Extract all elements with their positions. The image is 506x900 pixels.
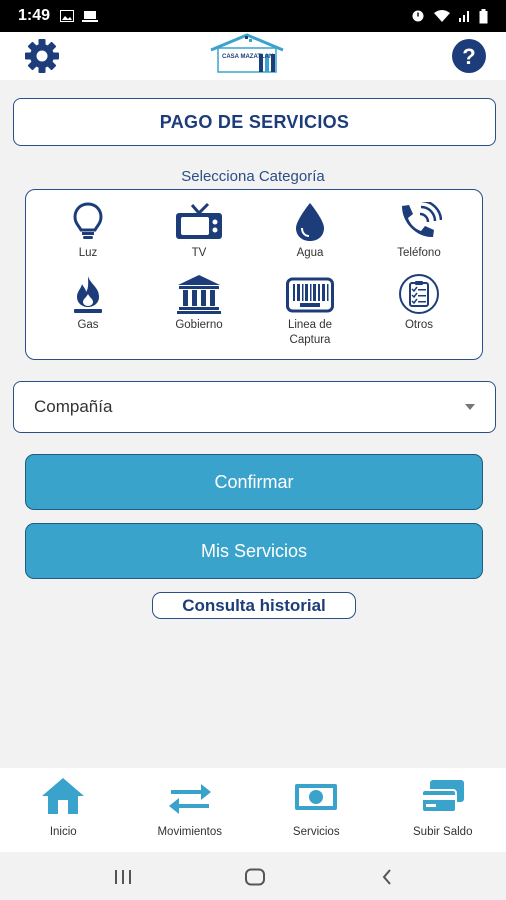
settings-gear-icon[interactable] bbox=[20, 38, 64, 74]
page-title: PAGO DE SERVICIOS bbox=[13, 98, 496, 146]
category-grid: Luz TV Agua Teléfono Gas Gobierno Linea … bbox=[25, 189, 483, 360]
category-label-linea-captura: Linea de Captura bbox=[287, 319, 333, 346]
category-label-luz: Luz bbox=[78, 247, 98, 259]
government-building-icon bbox=[177, 275, 221, 314]
category-label-tv: TV bbox=[191, 247, 207, 259]
category-telefono[interactable]: Teléfono bbox=[364, 202, 474, 261]
category-tv[interactable]: TV bbox=[144, 202, 254, 261]
help-icon[interactable]: ? bbox=[449, 38, 489, 74]
category-label-otros: Otros bbox=[404, 319, 434, 331]
back-icon[interactable] bbox=[367, 866, 407, 888]
chevron-down-icon bbox=[465, 404, 475, 410]
lightbulb-icon bbox=[73, 202, 103, 239]
nav-label-subir-saldo: Subir Saldo bbox=[413, 826, 473, 838]
nav-servicios[interactable]: Servicios bbox=[253, 768, 380, 852]
category-luz[interactable]: Luz bbox=[33, 202, 143, 261]
category-agua[interactable]: Agua bbox=[255, 202, 365, 261]
nav-label-inicio: Inicio bbox=[49, 826, 77, 838]
casa-mazatlan-logo: CASA MAZATLAN bbox=[210, 33, 284, 73]
water-drop-icon bbox=[296, 203, 324, 241]
svg-text:?: ? bbox=[462, 44, 475, 69]
laptop-notification-icon bbox=[82, 11, 99, 22]
home-nav-icon[interactable] bbox=[235, 866, 275, 888]
my-services-button[interactable]: Mis Servicios bbox=[25, 523, 483, 579]
recent-apps-icon[interactable] bbox=[103, 866, 143, 888]
nav-inicio[interactable]: Inicio bbox=[0, 768, 127, 852]
nav-subir-saldo[interactable]: Subir Saldo bbox=[380, 768, 506, 852]
category-label-gas: Gas bbox=[77, 319, 99, 331]
signal-icon bbox=[459, 11, 469, 22]
cash-icon bbox=[295, 784, 338, 810]
alarm-icon bbox=[412, 10, 424, 22]
app-header: CASA MAZATLAN ? bbox=[0, 32, 506, 80]
category-label-agua: Agua bbox=[296, 247, 324, 259]
wifi-icon bbox=[434, 10, 450, 22]
category-label-telefono: Teléfono bbox=[397, 247, 441, 259]
bottom-nav: Inicio Movimientos Servicios Subir Saldo bbox=[0, 768, 506, 852]
tv-icon bbox=[176, 202, 222, 239]
company-select-value: Compañía bbox=[34, 397, 113, 416]
status-bar: 1:49 bbox=[0, 0, 506, 32]
transfer-arrows-icon bbox=[168, 784, 211, 814]
system-nav-bar bbox=[0, 852, 506, 900]
logo-text: CASA MAZATLAN bbox=[222, 54, 273, 60]
home-icon bbox=[42, 778, 85, 814]
category-otros[interactable]: Otros bbox=[364, 274, 474, 333]
nav-label-movimientos: Movimientos bbox=[157, 826, 223, 838]
category-gobierno[interactable]: Gobierno bbox=[144, 274, 254, 333]
nav-label-servicios: Servicios bbox=[292, 826, 340, 838]
status-time: 1:49 bbox=[18, 7, 51, 24]
category-label-gobierno: Gobierno bbox=[175, 319, 223, 331]
clipboard-icon bbox=[399, 274, 439, 314]
main-content: PAGO DE SERVICIOS Selecciona Categoría L… bbox=[0, 80, 506, 768]
confirm-button[interactable]: Confirmar bbox=[25, 454, 483, 510]
barcode-icon bbox=[286, 277, 334, 313]
category-gas[interactable]: Gas bbox=[33, 274, 143, 333]
category-label: Selecciona Categoría bbox=[181, 168, 325, 185]
gas-flame-icon bbox=[74, 276, 102, 313]
image-notification-icon bbox=[60, 10, 75, 22]
cards-icon bbox=[420, 780, 464, 813]
company-select[interactable]: Compañía bbox=[13, 381, 496, 433]
history-button[interactable]: Consulta historial bbox=[152, 592, 356, 619]
nav-movimientos[interactable]: Movimientos bbox=[127, 768, 254, 852]
category-linea-captura[interactable]: Linea de Captura bbox=[255, 274, 365, 348]
phone-icon bbox=[402, 202, 442, 238]
battery-icon bbox=[479, 8, 488, 23]
